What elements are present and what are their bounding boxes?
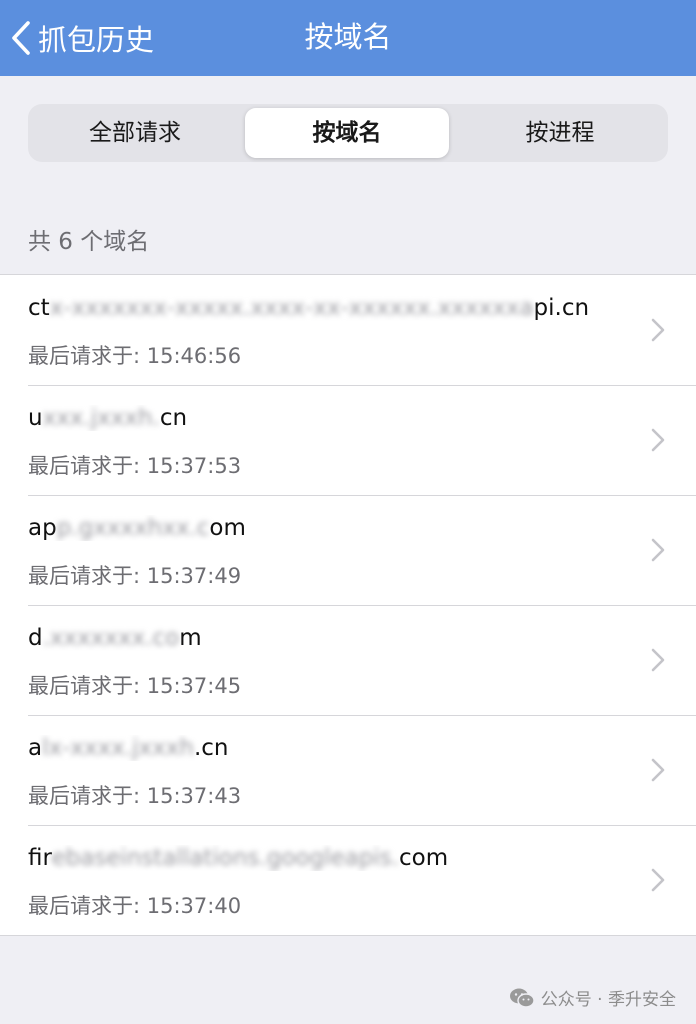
domain-list: ctx-xxxxxxx-xxxxx.xxxx-xx-xxxxxx.xxxxxxa…	[0, 274, 696, 936]
list-item[interactable]: firebaseinstallations.googleapis.com 最后请…	[0, 825, 696, 935]
chevron-right-icon	[651, 648, 665, 672]
domain-suffix: cn	[159, 405, 188, 431]
domain-prefix: d	[28, 625, 43, 651]
domain-masked-part: lx-xxxx.jxxxh	[42, 735, 194, 761]
back-button-label: 抓包历史	[38, 23, 155, 57]
domain-suffix: pi.cn	[533, 295, 590, 321]
domain-suffix: .cn	[193, 735, 229, 761]
domain-name: app.gxxxxhxx.com	[28, 515, 246, 541]
back-button[interactable]: 抓包历史	[10, 14, 154, 62]
domain-masked-part: .xxxxxxx.co	[42, 625, 180, 651]
list-item[interactable]: uxxx.jxxxh.cn 最后请求于: 15:37:53	[0, 385, 696, 495]
segment-all-requests[interactable]: 全部请求	[32, 108, 238, 158]
segment-by-process[interactable]: 按进程	[456, 108, 664, 158]
domain-masked-part: xxx.jxxxh.	[42, 405, 160, 431]
list-item[interactable]: app.gxxxxhxx.com 最后请求于: 15:37:49	[0, 495, 696, 605]
domain-prefix: u	[28, 405, 43, 431]
last-request-time: 最后请求于: 15:37:40	[28, 894, 242, 918]
list-item[interactable]: ctx-xxxxxxx-xxxxx.xxxx-xx-xxxxxx.xxxxxxa…	[0, 275, 696, 385]
domain-prefix: ap	[28, 515, 57, 541]
domain-prefix: ct	[28, 295, 50, 321]
list-item[interactable]: d.xxxxxxx.com 最后请求于: 15:37:45	[0, 605, 696, 715]
domain-masked-part: ebaseinstallations.googleapis.	[51, 845, 399, 871]
wechat-icon	[509, 988, 535, 1008]
domain-suffix: m	[179, 625, 202, 651]
watermark-text: 公众号 · 季升安全	[540, 990, 676, 1010]
domain-masked-part: p.gxxxxhxx.c	[56, 515, 210, 541]
chevron-right-icon	[651, 758, 665, 782]
domain-name: ctx-xxxxxxx-xxxxx.xxxx-xx-xxxxxx.xxxxxxa…	[28, 295, 589, 321]
chevron-right-icon	[651, 538, 665, 562]
last-request-time: 最后请求于: 15:46:56	[28, 344, 242, 368]
chevron-left-icon	[12, 21, 30, 55]
chevron-right-icon	[651, 428, 665, 452]
last-request-time: 最后请求于: 15:37:49	[28, 564, 242, 588]
segmented-control: 全部请求 按域名 按进程	[28, 104, 668, 162]
last-request-time: 最后请求于: 15:37:43	[28, 784, 242, 808]
navigation-bar: 抓包历史 按域名	[0, 0, 696, 76]
chevron-right-icon	[651, 868, 665, 892]
domain-name: d.xxxxxxx.com	[28, 625, 202, 651]
domain-name: alx-xxxx.jxxxh.cn	[28, 735, 229, 761]
domain-suffix: com	[398, 845, 449, 871]
last-request-time: 最后请求于: 15:37:45	[28, 674, 242, 698]
domain-name: firebaseinstallations.googleapis.com	[28, 845, 448, 871]
domain-count-label: 共 6 个域名	[28, 229, 150, 255]
domain-prefix: a	[28, 735, 43, 761]
domain-name: uxxx.jxxxh.cn	[28, 405, 187, 431]
domain-prefix: fir	[28, 845, 52, 871]
last-request-time: 最后请求于: 15:37:53	[28, 454, 242, 478]
watermark: 公众号 · 季升安全	[509, 985, 676, 1010]
list-item[interactable]: alx-xxxx.jxxxh.cn 最后请求于: 15:37:43	[0, 715, 696, 825]
segment-by-domain[interactable]: 按域名	[245, 108, 449, 158]
domain-masked-part: x-xxxxxxx-xxxxx.xxxx-xx-xxxxxx.xxxxxxa	[49, 295, 534, 321]
domain-suffix: om	[209, 515, 246, 541]
chevron-right-icon	[651, 318, 665, 342]
